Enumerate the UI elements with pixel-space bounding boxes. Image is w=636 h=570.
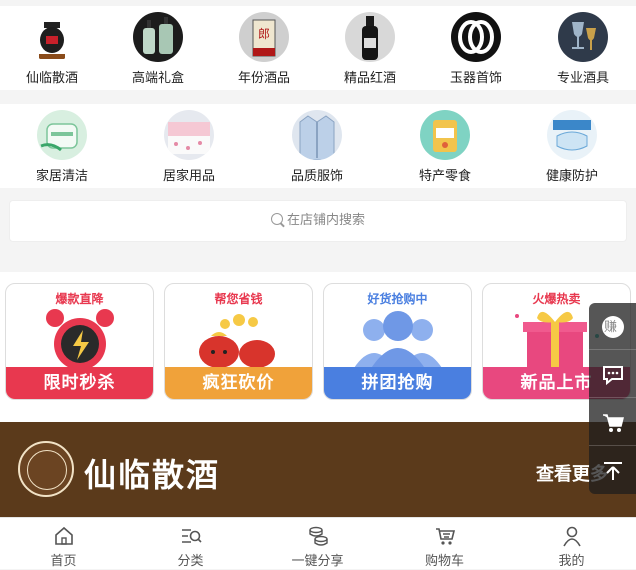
group-users-icon (354, 311, 442, 370)
promo-group-buy[interactable]: 好货抢购中 拼团抢购 (323, 283, 472, 400)
category-label: 年份酒品 (237, 71, 290, 86)
category-item[interactable]: 精品红酒 (332, 6, 408, 86)
coins-share-icon (308, 526, 328, 546)
category-item[interactable]: 居家用品 (151, 104, 227, 184)
category-label: 玉器首饰 (449, 71, 502, 86)
bottom-tab-bar: 首页 分类 一键分享 购物车 我的 (0, 517, 636, 569)
back-to-top-icon (604, 462, 622, 480)
category-item[interactable]: 特产零食 (407, 104, 483, 184)
cart-icon (435, 528, 455, 545)
category-label: 仙临散酒 (25, 71, 78, 86)
brand-banner[interactable]: 仙临散酒 查看更多 (0, 422, 636, 517)
red-wine-icon (345, 12, 395, 62)
shirt-icon (292, 110, 342, 160)
money-bags-icon (199, 314, 275, 368)
tab-label: 我的 (558, 554, 585, 569)
tab-home[interactable]: 首页 (0, 518, 127, 570)
promo-title: 限时秒杀 (6, 367, 153, 399)
category-label: 高端礼盒 (131, 71, 184, 86)
bedding-icon (164, 110, 214, 160)
cart-icon (603, 414, 624, 432)
user-icon (562, 526, 581, 547)
home-icon (54, 526, 73, 545)
tab-label: 购物车 (424, 554, 464, 569)
category-row-1: 仙临散酒 高端礼盒 郎 年份酒品 精品红酒 玉器首饰 专业酒具 (0, 6, 636, 90)
category-label: 专业酒具 (556, 71, 609, 86)
category-item[interactable]: 品质服饰 (279, 104, 355, 184)
back-to-top-button[interactable] (589, 447, 636, 494)
search-placeholder: 在店铺内搜索 (286, 213, 365, 228)
category-item[interactable]: 健康防护 (534, 104, 610, 184)
promo-subtitle: 好货抢购中 (367, 292, 428, 306)
liquor-jar-icon (27, 12, 77, 62)
tab-label: 分类 (177, 554, 204, 569)
promo-bargain[interactable]: 帮您省钱 疯狂砍价 (164, 283, 313, 400)
alarm-clock-icon (46, 309, 114, 370)
category-label: 健康防护 (545, 169, 598, 184)
tab-label: 首页 (50, 554, 77, 569)
jade-bangle-icon (451, 12, 501, 62)
promo-flash-sale[interactable]: 爆款直降 限时秒杀 (5, 283, 154, 400)
category-label: 居家用品 (162, 169, 215, 184)
promo-subtitle: 爆款直降 (55, 292, 104, 306)
tab-cart[interactable]: 购物车 (381, 518, 508, 570)
category-label: 家居清洁 (35, 169, 88, 184)
search-icon (270, 213, 283, 225)
promo-title: 拼团抢购 (324, 367, 471, 399)
cleaning-icon (37, 110, 87, 160)
promo-subtitle: 帮您省钱 (214, 292, 263, 306)
shop-search-input[interactable]: 在店铺内搜索 (9, 200, 627, 242)
earn-button[interactable]: 赚 (589, 303, 636, 350)
category-row-2: 家居清洁 居家用品 品质服饰 特产零食 健康防护 (0, 104, 636, 188)
category-search-icon (181, 529, 202, 543)
category-label: 特产零食 (418, 169, 471, 184)
vintage-liquor-icon: 郎 (239, 12, 289, 62)
category-label: 品质服饰 (290, 169, 343, 184)
tab-category[interactable]: 分类 (127, 518, 254, 570)
category-item[interactable]: 家居清洁 (24, 104, 100, 184)
wine-glass-icon (558, 12, 608, 62)
chat-icon (603, 366, 623, 386)
category-item[interactable]: 高端礼盒 (120, 6, 196, 86)
mask-icon (547, 110, 597, 160)
category-item[interactable]: 仙临散酒 (14, 6, 90, 86)
brand-logo (18, 441, 74, 497)
promo-section: 爆款直降 限时秒杀 帮您省钱 疯狂砍价 好货抢购中 拼团抢购 火爆热卖 新品上市 (0, 272, 636, 422)
tab-label: 一键分享 (291, 554, 344, 569)
floating-sidebar: 赚 (589, 303, 636, 494)
category-item[interactable]: 郎 年份酒品 (226, 6, 302, 86)
snack-icon (420, 110, 470, 160)
category-label: 精品红酒 (343, 71, 396, 86)
category-item[interactable]: 专业酒具 (545, 6, 621, 86)
chat-button[interactable] (589, 351, 636, 398)
tab-share[interactable]: 一键分享 (254, 518, 381, 570)
cart-button[interactable] (589, 399, 636, 446)
promo-title: 疯狂砍价 (165, 367, 312, 399)
category-item[interactable]: 玉器首饰 (438, 6, 514, 86)
brand-title: 仙临散酒 (84, 456, 221, 494)
earn-label: 赚 (604, 320, 618, 335)
gift-bottles-icon (133, 12, 183, 62)
tab-mine[interactable]: 我的 (508, 518, 635, 570)
svg-text:郎: 郎 (258, 27, 270, 41)
